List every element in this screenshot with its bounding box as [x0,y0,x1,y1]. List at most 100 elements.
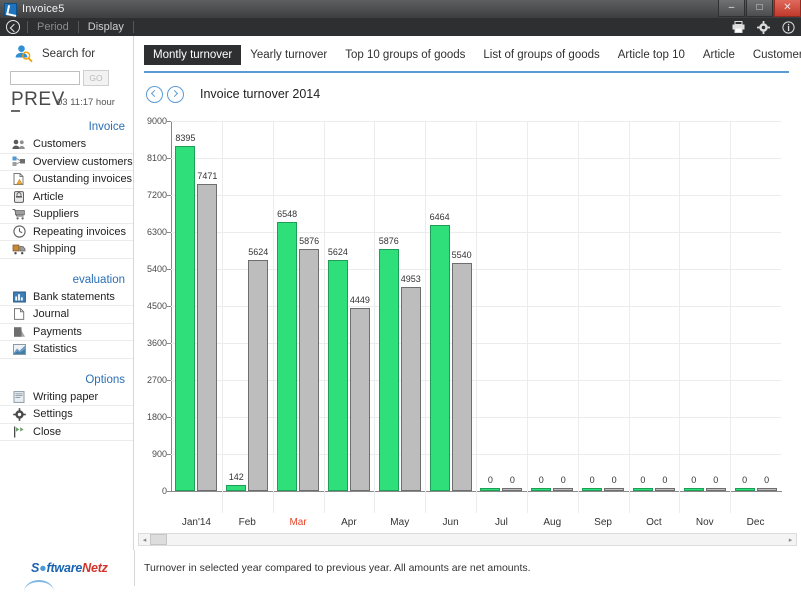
tab-article-top-10[interactable]: Article top 10 [609,45,694,65]
y-axis-tick-mark [167,158,171,159]
sidebar-item-close[interactable]: Close [0,424,133,442]
chart-bar[interactable] [328,260,348,491]
maximize-button[interactable]: □ [746,0,773,17]
chart-bar[interactable] [502,488,522,491]
chart-bar[interactable] [553,488,573,491]
footer: S●ftwareNetz Turnover in selected year c… [0,550,801,586]
menu-item-period[interactable]: Period [28,18,78,36]
chart-bar[interactable] [582,488,602,491]
scroll-thumb[interactable] [150,534,167,545]
sidebar-item-label: Article [33,191,64,203]
y-axis-tick-mark [167,269,171,270]
scroll-right-arrow[interactable]: ▸ [785,534,796,545]
chart-bar[interactable] [604,488,624,491]
search-input[interactable] [10,71,80,85]
journal-page-icon [12,308,26,321]
sidebar-item-statistics[interactable]: Statistics [0,341,133,359]
shipping-icon [12,243,26,256]
x-axis-tick-label: Nov [696,517,714,528]
sidebar-item-customers[interactable]: Customers [0,136,133,154]
chart-gridline-vertical [324,491,325,513]
search-go-button[interactable]: GO [83,70,109,86]
chart-bar[interactable] [633,488,653,491]
chart-bar[interactable] [401,287,421,491]
statistics-chart-icon [12,343,26,356]
chart-bar[interactable] [197,184,217,491]
scroll-left-arrow[interactable]: ◂ [139,534,150,545]
brand-logo: S●ftwareNetz [31,561,108,575]
sidebar-item-suppliers[interactable]: Suppliers [0,206,133,224]
tab-list-of-groups-of-goods[interactable]: List of groups of goods [474,45,608,65]
sidebar-group-evaluation: Bank statements Journal Payments Statist… [0,289,133,359]
chart-gridline-vertical [527,491,528,513]
sidebar-item-settings[interactable]: Settings [0,406,133,424]
period-navigation: Invoice turnover 2014 [146,83,801,105]
sidebar-item-bank-statements[interactable]: Bank statements [0,289,133,307]
tab-customers[interactable]: Customers [744,45,801,65]
x-axis-tick-label: Sep [594,517,612,528]
tab-montly-turnover[interactable]: Montly turnover [144,45,241,65]
x-axis-tick-label: Feb [239,517,256,528]
chart-bar[interactable] [430,225,450,491]
info-icon[interactable] [782,21,795,34]
chart-gridline-vertical [578,491,579,513]
next-period-button[interactable] [167,86,184,103]
chart-bar[interactable] [350,308,370,491]
sidebar-item-journal[interactable]: Journal [0,306,133,324]
sidebar-item-shipping[interactable]: Shipping [0,241,133,259]
sidebar-item-outstanding-invoices[interactable]: Oustanding invoices [0,171,133,189]
tab-yearly-turnover[interactable]: Yearly turnover [241,45,336,65]
sidebar-spacer [0,359,133,368]
tab-top-10-groups-of-goods[interactable]: Top 10 groups of goods [336,45,474,65]
sidebar-item-label: Shipping [33,243,76,255]
chart-bar[interactable] [706,488,726,491]
chart-gridline-vertical [476,121,477,491]
back-arrow-icon[interactable] [6,20,20,34]
tab-article[interactable]: Article [694,45,744,65]
sidebar-group-options: Writing paper Settings Close [0,389,133,442]
menu-bar: Period Display [0,18,801,36]
chart-bar[interactable] [735,488,755,491]
chart-bar[interactable] [531,488,551,491]
gear-icon[interactable] [757,21,770,34]
chart-gridline-vertical [578,121,579,491]
previous-period-button[interactable] [146,86,163,103]
chart-bar[interactable] [175,146,195,491]
chart-bar[interactable] [480,488,500,491]
minimize-button[interactable]: – [718,0,745,17]
sidebar-item-repeating-invoices[interactable]: Repeating invoices [0,224,133,242]
sidebar-group-title-invoice: Invoice [0,115,133,136]
printer-icon[interactable] [732,21,745,33]
sidebar-item-label: Overview customers [33,156,133,168]
sidebar-item-writing-paper[interactable]: Writing paper [0,389,133,407]
y-axis-tick-mark [167,491,171,492]
clock-icon [12,225,26,238]
customers-icon [12,138,26,151]
chart-bar[interactable] [277,222,297,491]
sidebar-item-payments[interactable]: Payments [0,324,133,342]
sidebar-item-overview-customers[interactable]: Overview customers [0,154,133,172]
close-button[interactable]: ✕ [774,0,801,17]
chart-bar[interactable] [655,488,675,491]
close-flag-icon [12,425,26,438]
y-axis-tick-mark [167,195,171,196]
sidebar-item-label: Bank statements [33,291,115,303]
chart-bar[interactable] [379,249,399,491]
menu-divider [133,21,134,33]
chart-bar-value-label: 0 [590,475,595,485]
chart-bar[interactable] [226,485,246,491]
sidebar-item-article[interactable]: Article [0,189,133,207]
chart-bar[interactable] [684,488,704,491]
brand-dot-icon: ● [39,561,46,575]
chart-gridline-vertical [629,121,630,491]
chart-bar[interactable] [757,488,777,491]
main-content: Montly turnover Yearly turnover Top 10 g… [134,36,801,550]
chart-gridline-vertical [730,491,731,513]
chart-bar[interactable] [452,263,472,491]
menu-item-display[interactable]: Display [79,18,133,36]
brand-pre: S [31,561,39,575]
chart-horizontal-scrollbar[interactable]: ◂ ▸ [138,533,797,546]
chart-bar[interactable] [299,249,319,491]
outstanding-invoices-icon [12,173,26,186]
chart-bar[interactable] [248,260,268,491]
